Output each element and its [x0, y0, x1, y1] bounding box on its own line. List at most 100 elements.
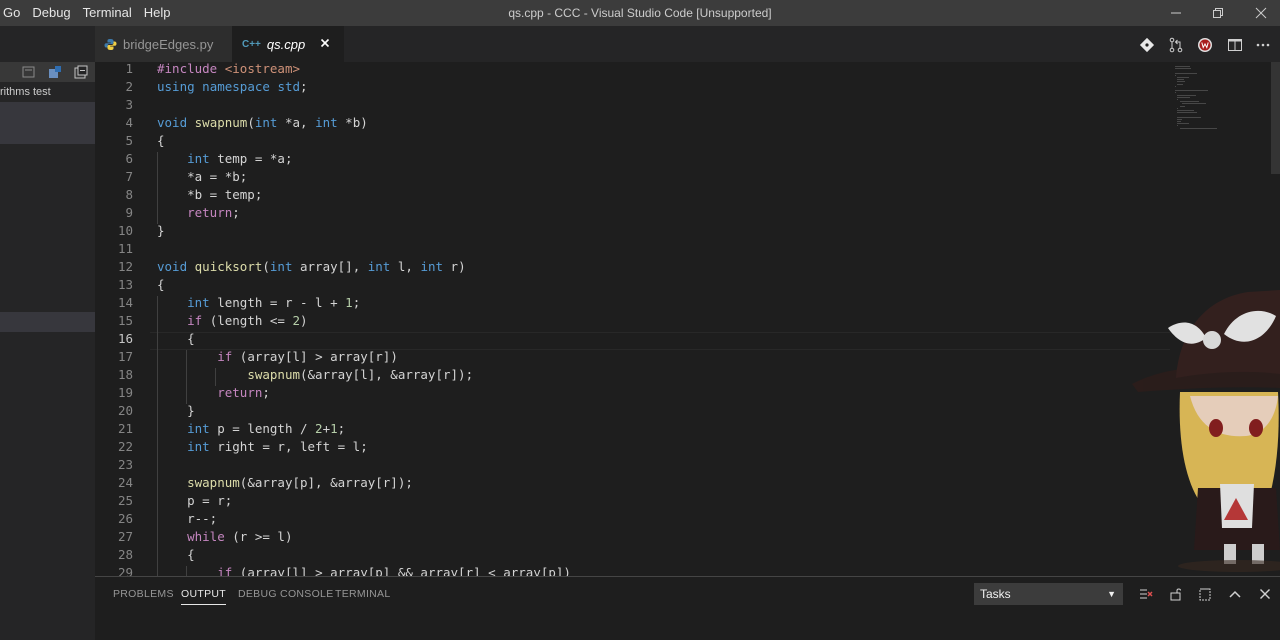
line-number[interactable]: 13	[95, 276, 133, 294]
code-line[interactable]: }	[157, 402, 195, 420]
maximize-panel-button[interactable]	[1227, 586, 1243, 602]
code-line[interactable]: swapnum(&array[l], &array[r]);	[157, 366, 473, 384]
line-number[interactable]: 18	[95, 366, 133, 384]
minimize-icon	[1171, 12, 1181, 14]
code-line[interactable]: swapnum(&array[p], &array[r]);	[157, 474, 413, 492]
line-number[interactable]: 19	[95, 384, 133, 402]
open-changes-button[interactable]	[1139, 37, 1155, 53]
output-channel-select[interactable]: Tasks ▼	[974, 583, 1123, 605]
line-number[interactable]: 7	[95, 168, 133, 186]
code-line[interactable]: return;	[157, 384, 270, 402]
line-number[interactable]: 11	[95, 240, 133, 258]
line-number[interactable]: 14	[95, 294, 133, 312]
code-line[interactable]: {	[157, 132, 165, 150]
lock-scroll-button[interactable]	[1168, 586, 1184, 602]
minimize-button[interactable]	[1154, 0, 1198, 26]
minimap-line	[1177, 83, 1183, 85]
minimap-line	[1175, 85, 1176, 87]
minimap-line	[1177, 121, 1181, 122]
line-number[interactable]: 3	[95, 96, 133, 114]
line-number[interactable]: 28	[95, 546, 133, 564]
menu-terminal[interactable]: Terminal	[77, 0, 138, 26]
open-in-editor-button[interactable]	[1197, 586, 1213, 602]
line-number[interactable]: 10	[95, 222, 133, 240]
line-number[interactable]: 8	[95, 186, 133, 204]
restore-button[interactable]	[1196, 0, 1240, 26]
new-file-button[interactable]	[47, 64, 63, 80]
close-window-button[interactable]	[1239, 0, 1280, 26]
line-number[interactable]: 1	[95, 62, 133, 78]
output-channel-value: Tasks	[980, 587, 1011, 601]
code-line[interactable]: if (array[l] > array[r])	[157, 348, 398, 366]
code-line[interactable]: int right = r, left = l;	[157, 438, 368, 456]
code-line[interactable]: if (length <= 2)	[157, 312, 307, 330]
tab-bridgeedges-py[interactable]: bridgeEdges.py	[95, 26, 232, 62]
code-line[interactable]: using namespace std;	[157, 78, 308, 96]
code-line[interactable]: *a = *b;	[157, 168, 247, 186]
code-editor[interactable]: 1 2 3 4 5 6 7 8 9 10 11 12 13 14 15 16 17 18 19 20 21 22 23 24 2…	[95, 62, 1280, 576]
code-line[interactable]: int p = length / 2+1;	[157, 420, 345, 438]
minimap-line	[1177, 110, 1195, 111]
minimap-line	[1175, 90, 1208, 92]
line-number[interactable]: 9	[95, 204, 133, 222]
folder-label[interactable]: rithms test	[0, 86, 51, 98]
menu-help[interactable]: Help	[138, 0, 177, 26]
line-number[interactable]: 5	[95, 132, 133, 150]
clear-output-button[interactable]	[1138, 586, 1154, 602]
scrollbar-thumb[interactable]	[1271, 62, 1280, 174]
line-number[interactable]: 27	[95, 528, 133, 546]
line-number[interactable]: 6	[95, 150, 133, 168]
close-tab-button[interactable]	[318, 36, 332, 50]
tab-terminal[interactable]: TERMINAL	[335, 587, 391, 601]
code-line[interactable]: }	[157, 222, 165, 240]
minimap-line	[1175, 66, 1191, 67]
line-number[interactable]: 24	[95, 474, 133, 492]
sidebar-focused-item[interactable]	[0, 312, 95, 332]
line-number[interactable]: 2	[95, 78, 133, 96]
line-number[interactable]: 12	[95, 258, 133, 276]
code-line[interactable]: while (r >= l)	[157, 528, 292, 546]
code-line[interactable]: {	[157, 276, 165, 294]
code-line[interactable]: void swapnum(int *a, int *b)	[157, 114, 368, 132]
menu-go[interactable]: Go	[0, 0, 26, 26]
line-number[interactable]: 15	[95, 312, 133, 330]
code-line[interactable]: void quicksort(int array[], int l, int r…	[157, 258, 466, 276]
line-number[interactable]: 29	[95, 564, 133, 576]
extension-action-button[interactable]	[1197, 37, 1213, 53]
tab-output[interactable]: OUTPUT	[181, 587, 226, 605]
editor-scrollbar[interactable]	[1271, 62, 1280, 576]
line-number[interactable]: 22	[95, 438, 133, 456]
code-line[interactable]: p = r;	[157, 492, 232, 510]
minimap[interactable]	[1173, 62, 1273, 182]
line-number[interactable]: 23	[95, 456, 133, 474]
code-line[interactable]: int temp = *a;	[157, 150, 292, 168]
code-line[interactable]: *b = temp;	[157, 186, 262, 204]
code-line[interactable]: r--;	[157, 510, 217, 528]
tab-problems[interactable]: PROBLEMS	[113, 587, 174, 601]
code-line[interactable]: {	[157, 330, 195, 348]
line-number[interactable]: 4	[95, 114, 133, 132]
collapse-all-button[interactable]	[73, 64, 89, 80]
refresh-explorer-button[interactable]	[21, 64, 37, 80]
more-actions-button[interactable]	[1255, 37, 1271, 53]
source-control-button[interactable]	[1168, 37, 1184, 53]
line-number[interactable]: 25	[95, 492, 133, 510]
minimap-line	[1177, 125, 1179, 127]
sidebar-selected-item[interactable]	[0, 102, 95, 144]
code-line[interactable]: int length = r - l + 1;	[157, 294, 360, 312]
code-line[interactable]: {	[157, 546, 195, 564]
split-editor-button[interactable]	[1227, 37, 1243, 53]
tab-debug-console[interactable]: DEBUG CONSOLE	[238, 587, 334, 601]
menu-debug[interactable]: Debug	[26, 0, 76, 26]
tab-qs-cpp[interactable]: C++ qs.cpp	[232, 26, 344, 62]
line-number[interactable]: 17	[95, 348, 133, 366]
code-line[interactable]: if (array[l] > array[p] && array[r] < ar…	[157, 564, 571, 576]
line-number[interactable]: 26	[95, 510, 133, 528]
code-line[interactable]: #include <iostream>	[157, 62, 300, 78]
code-line[interactable]: return;	[157, 204, 240, 222]
line-number[interactable]: 16	[95, 330, 133, 348]
close-panel-button[interactable]	[1257, 586, 1273, 602]
line-number[interactable]: 21	[95, 420, 133, 438]
explorer-sidebar: rithms test	[0, 26, 95, 640]
line-number[interactable]: 20	[95, 402, 133, 420]
